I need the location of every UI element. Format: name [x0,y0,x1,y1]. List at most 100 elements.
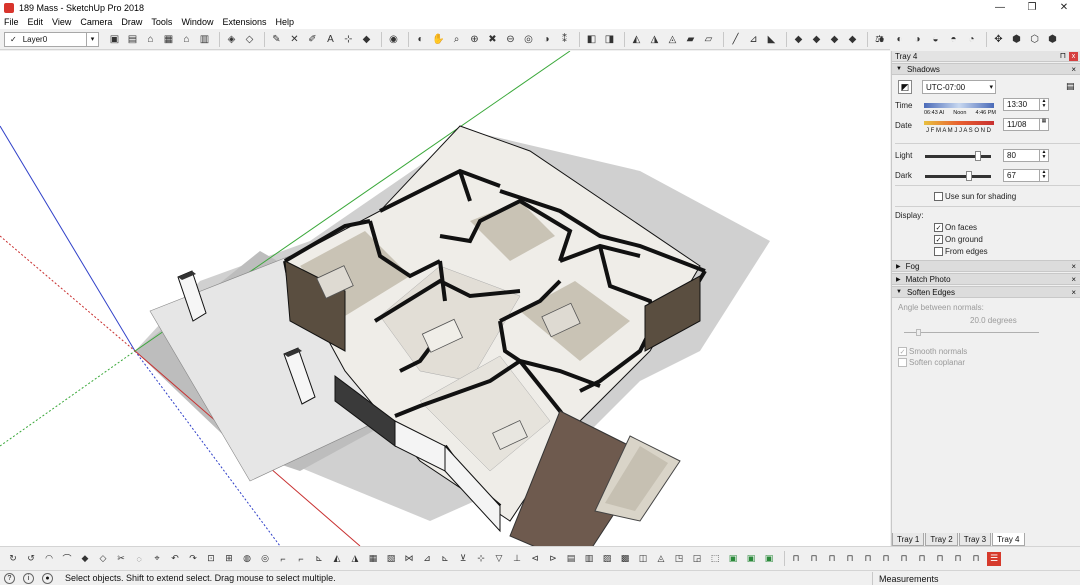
frame-icon[interactable]: ◫ [636,552,650,566]
wireframe-icon[interactable]: ◑ [910,32,925,47]
left-icon[interactable]: ⊲ [528,552,542,566]
paint-bucket-icon[interactable]: ▣ [107,32,122,47]
fill-alt-icon[interactable]: ▩ [618,552,632,566]
use-sun-checkbox[interactable] [934,192,943,201]
component-icon[interactable]: ◆ [791,32,806,47]
panel-icon[interactable]: ▤ [564,552,578,566]
walk-icon[interactable]: ⁑ [557,32,572,47]
right-icon[interactable]: ⊳ [546,552,560,566]
wall-plugin-icon[interactable]: ⊓ [969,552,983,566]
smooth-normals-row[interactable]: ✓ Smooth normals [898,347,967,356]
layer-select[interactable]: ✓ Layer0 ▾ [4,31,99,47]
rotate-icon[interactable]: ↻ [6,552,20,566]
home-icon[interactable]: ⌂ [179,32,194,47]
details-icon[interactable]: ▤ [1066,81,1075,92]
brush-icon[interactable]: ✐ [305,32,320,47]
timezone-select[interactable]: UTC-07:00 ▾ [922,80,996,94]
menu-help[interactable]: Help [275,17,294,27]
tab-tray-2[interactable]: Tray 2 [925,533,958,546]
light-slider[interactable] [925,151,991,161]
dashed-box-icon[interactable]: ⬚ [708,552,722,566]
angle-slider[interactable] [904,329,1039,336]
outline-icon[interactable]: ◇ [96,552,110,566]
green-box-last-icon[interactable]: ▣ [762,552,776,566]
layers-stack-icon[interactable]: ◇ [242,32,257,47]
warehouse-icon[interactable]: ▤ [125,32,140,47]
xray-icon[interactable]: ● [874,32,889,47]
calendar-icon[interactable]: ▦ [1039,119,1048,130]
circle-icon[interactable]: ◌ [132,552,146,566]
flip-edge-icon[interactable]: ▱ [701,32,716,47]
user-icon[interactable]: ● [42,572,53,584]
soften-edges-panel-header[interactable]: ▼ Soften Edges × [892,286,1080,298]
menu-tools[interactable]: Tools [151,17,172,27]
dark-slider-thumb[interactable] [966,171,972,181]
terrain-icon[interactable]: ◭ [330,552,344,566]
tab-tray-1[interactable]: Tray 1 [892,533,925,546]
stamp-icon[interactable]: ◬ [665,32,680,47]
box-open-icon[interactable]: ◨ [602,32,617,47]
wall-plugin-icon[interactable]: ⊓ [843,552,857,566]
drape-icon[interactable]: ▰ [683,32,698,47]
zoom-previous-icon[interactable]: ⊖ [503,32,518,47]
menu-draw[interactable]: Draw [121,17,142,27]
lock-icon[interactable]: ◆ [359,32,374,47]
group-icon[interactable]: ◆ [809,32,824,47]
tab-tray-3[interactable]: Tray 3 [958,533,992,546]
pencil-icon[interactable]: ✎ [269,32,284,47]
box-icon[interactable]: ⊡ [204,552,218,566]
menu-file[interactable]: File [4,17,19,27]
menu-edit[interactable]: Edit [28,17,44,27]
red-plugin-icon[interactable]: ☰ [987,551,1001,566]
top-view-icon[interactable]: ⬡ [1027,32,1042,47]
panel-close-icon[interactable]: × [1071,275,1076,284]
wall-plugin-icon[interactable]: ⊓ [951,552,965,566]
green-box-icon[interactable]: ▣ [726,552,740,566]
date-input[interactable]: 11/08 ▦ [1003,118,1049,131]
on-faces-checkbox[interactable]: ✓ [934,223,943,232]
hidden-line-icon[interactable]: ◒ [928,32,943,47]
follow-me-icon[interactable]: ◣ [764,32,779,47]
perpendicular-icon[interactable]: ⊥ [510,552,524,566]
soften-coplanar-row[interactable]: Soften coplanar [898,358,965,367]
fog-panel-header[interactable]: ▶ Fog × [892,260,1080,272]
back-edges-icon[interactable]: ◐ [892,32,907,47]
time-slider[interactable] [924,103,994,108]
dimension-icon[interactable]: ⊿ [746,32,761,47]
sandbox-icon[interactable]: ◭ [629,32,644,47]
dark-slider[interactable] [925,171,991,181]
corner-icon[interactable]: ⌐ [276,552,290,566]
hatch-icon[interactable]: ▦ [366,552,380,566]
tray-close-button[interactable]: x [1069,52,1078,61]
house-icon[interactable]: ⌂ [143,32,158,47]
wall-plugin-icon[interactable]: ⊓ [915,552,929,566]
model-viewport[interactable] [0,51,890,546]
time-input[interactable]: 13:30 ▲ ▼ [1003,98,1049,111]
valley-icon[interactable]: ⊻ [456,552,470,566]
geo-location-icon[interactable]: ? [4,572,15,584]
minimize-button[interactable]: — [984,0,1016,15]
arc-icon[interactable]: ◠ [42,552,56,566]
tab-tray-4[interactable]: Tray 4 [992,533,1025,546]
wall-plugin-icon[interactable]: ⊓ [825,552,839,566]
layers-icon[interactable]: ◈ [224,32,239,47]
wall-plugin-icon[interactable]: ⊓ [861,552,875,566]
credits-icon[interactable]: i [23,572,34,584]
quadrant-icon[interactable]: ◳ [672,552,686,566]
intersect-icon[interactable]: ◆ [827,32,842,47]
wall-plugin-icon[interactable]: ⊓ [807,552,821,566]
terrain-icon[interactable]: ◮ [647,32,662,47]
line-icon[interactable]: ╱ [728,32,743,47]
panel-close-icon[interactable]: × [1071,65,1076,74]
wall-plugin-icon[interactable]: ⊓ [789,552,803,566]
wall-plugin-icon[interactable]: ⊓ [933,552,947,566]
shape-icon[interactable]: ◆ [78,552,92,566]
panel-close-icon[interactable]: × [1071,288,1076,297]
zoom-icon[interactable]: ⌕ [449,32,464,47]
use-sun-row[interactable]: Use sun for shading [934,192,1016,201]
solid-icon[interactable]: ◆ [845,32,860,47]
angle-slider-thumb[interactable] [916,329,921,336]
store-icon[interactable]: ▥ [197,32,212,47]
close-button[interactable]: ✕ [1048,0,1080,15]
target-icon[interactable]: ⌖ [150,552,164,566]
